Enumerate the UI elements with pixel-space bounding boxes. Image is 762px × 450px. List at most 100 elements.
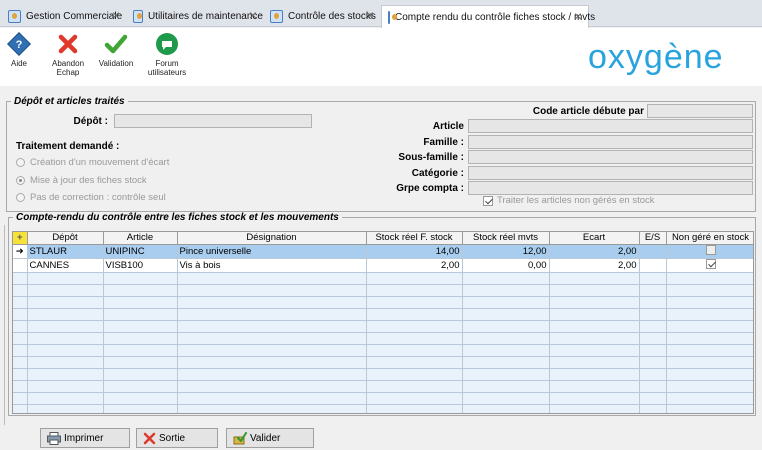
col-depot[interactable]: Dépôt [27, 232, 104, 245]
article-label: Article [432, 121, 464, 132]
radio-button-icon [16, 176, 25, 185]
imprimer-label: Imprimer [64, 432, 104, 444]
cell-es[interactable] [639, 244, 667, 259]
printer-icon [47, 431, 61, 445]
imprimer-button[interactable]: Imprimer [40, 428, 130, 448]
svg-text:?: ? [16, 39, 23, 51]
validation-label: Validation [98, 59, 134, 68]
tab-utilitaires[interactable]: Utilitaires de maintenance × [127, 5, 263, 27]
grid-header: + Dépôt Article Désignation Stock réel F… [13, 232, 753, 245]
empty-row [13, 332, 753, 345]
radio-pas-label: Pas de correction : contrôle seul [30, 192, 166, 203]
sous-famille-label: Sous-famille : [398, 152, 464, 163]
cell-designation[interactable]: Pince universelle [177, 244, 367, 259]
tab-compte-rendu[interactable]: Compte rendu du contrôle fiches stock / … [381, 5, 595, 28]
col-non-gere[interactable]: Non géré en stock [666, 232, 753, 245]
results-grid[interactable]: + Dépôt Article Désignation Stock réel F… [12, 231, 754, 414]
empty-row [13, 392, 753, 405]
brand-logo: oxygène [588, 38, 724, 76]
forum-button[interactable]: Forum utilisateurs [142, 32, 192, 77]
app-icon [270, 9, 283, 23]
cell-non-gere[interactable] [666, 258, 753, 273]
tab-label: Utilitaires de maintenance [147, 10, 263, 22]
categorie-label: Catégorie : [411, 168, 464, 179]
sous-famille-input[interactable] [468, 150, 753, 164]
col-stock-fiche[interactable]: Stock réel F. stock [366, 232, 463, 245]
forum-icon [156, 33, 178, 55]
cancel-icon [58, 34, 78, 54]
col-article[interactable]: Article [103, 232, 178, 245]
table-row[interactable]: CANNES VISB100 Vis à bois 2,00 0,00 2,00 [13, 258, 753, 273]
depot-input[interactable] [114, 114, 312, 128]
grpe-compta-input[interactable] [468, 181, 753, 195]
categorie-input[interactable] [468, 166, 753, 180]
empty-row [13, 320, 753, 333]
depot-section-title: Dépôt et articles traités [14, 96, 125, 107]
table-row[interactable]: ➜ STLAUR UNIPINC Pince universelle 14,00… [13, 244, 753, 259]
tab-label: Gestion Commerciale [26, 10, 123, 22]
cell-ecart[interactable]: 2,00 [549, 244, 640, 259]
valider-button[interactable]: Valider [226, 428, 314, 448]
cell-non-gere[interactable] [666, 244, 753, 259]
abandon-button[interactable]: Abandon Echap [46, 32, 90, 77]
checkbox-icon[interactable] [705, 258, 716, 269]
compte-rendu-title: Compte-rendu du contrôle entre les fiche… [16, 212, 339, 223]
cell-stock-mvts[interactable]: 0,00 [462, 258, 550, 273]
help-icon: ? [7, 32, 31, 56]
depot-label: Dépôt : [73, 116, 108, 127]
validation-button[interactable]: Validation [96, 32, 136, 68]
forum-label: Forum [155, 59, 179, 68]
sortie-button[interactable]: Sortie [136, 428, 218, 448]
traiter-non-geres-checkbox[interactable]: Traiter les articles non gérés en stock [483, 195, 655, 206]
row-indicator-icon: ➜ [13, 244, 28, 259]
app-icon [388, 10, 397, 24]
col-stock-mvts[interactable]: Stock réel mvts [462, 232, 550, 245]
tab-bar: Gestion Commerciale × Utilitaires de mai… [0, 0, 762, 28]
empty-row [13, 308, 753, 321]
close-icon[interactable]: × [112, 8, 120, 22]
cell-depot[interactable]: CANNES [27, 258, 104, 273]
famille-input[interactable] [468, 135, 753, 149]
empty-row [13, 356, 753, 369]
checkbox-icon[interactable] [705, 244, 716, 255]
radio-button-icon [16, 193, 25, 202]
divider [4, 225, 5, 425]
radio-creation-mouvement[interactable]: Création d'un mouvement d'écart [16, 157, 169, 168]
empty-row [13, 380, 753, 393]
valider-label: Valider [250, 432, 281, 444]
tab-label: Contrôle des stocks [288, 10, 376, 22]
close-icon[interactable]: × [249, 8, 257, 22]
col-ecart[interactable]: Ecart [549, 232, 640, 245]
tab-gestion-commerciale[interactable]: Gestion Commerciale × [2, 5, 126, 27]
cell-designation[interactable]: Vis à bois [177, 258, 367, 273]
col-es[interactable]: E/S [639, 232, 667, 245]
radio-mise-a-jour[interactable]: Mise à jour des fiches stock [16, 175, 147, 186]
add-row-icon[interactable]: + [13, 232, 28, 245]
cell-ecart[interactable]: 2,00 [549, 258, 640, 273]
close-icon[interactable]: × [574, 9, 582, 23]
close-icon[interactable]: × [366, 8, 374, 22]
empty-row [13, 368, 753, 381]
cell-es[interactable] [639, 258, 667, 273]
empty-row [13, 272, 753, 285]
grpe-compta-label: Grpe compta : [396, 183, 464, 194]
cell-depot[interactable]: STLAUR [27, 244, 104, 259]
row-indicator [13, 258, 28, 273]
tab-label: Compte rendu du contrôle fiches stock / … [395, 11, 596, 23]
cell-article[interactable]: VISB100 [103, 258, 178, 273]
tab-controle-stocks[interactable]: Contrôle des stocks × [264, 5, 380, 27]
aide-button[interactable]: ? Aide [4, 32, 34, 68]
cell-stock-fiche[interactable]: 14,00 [366, 244, 463, 259]
code-article-input[interactable] [647, 104, 753, 118]
abandon-label: Abandon [51, 59, 85, 68]
col-designation[interactable]: Désignation [177, 232, 367, 245]
cell-stock-mvts[interactable]: 12,00 [462, 244, 550, 259]
code-article-label: Code article débute par [532, 106, 644, 117]
cell-article[interactable]: UNIPINC [103, 244, 178, 259]
radio-pas-de-correction[interactable]: Pas de correction : contrôle seul [16, 192, 166, 203]
empty-row [13, 284, 753, 297]
traitement-label: Traitement demandé : [16, 141, 120, 152]
article-input[interactable] [468, 119, 753, 133]
cell-stock-fiche[interactable]: 2,00 [366, 258, 463, 273]
radio-creation-label: Création d'un mouvement d'écart [30, 157, 170, 168]
